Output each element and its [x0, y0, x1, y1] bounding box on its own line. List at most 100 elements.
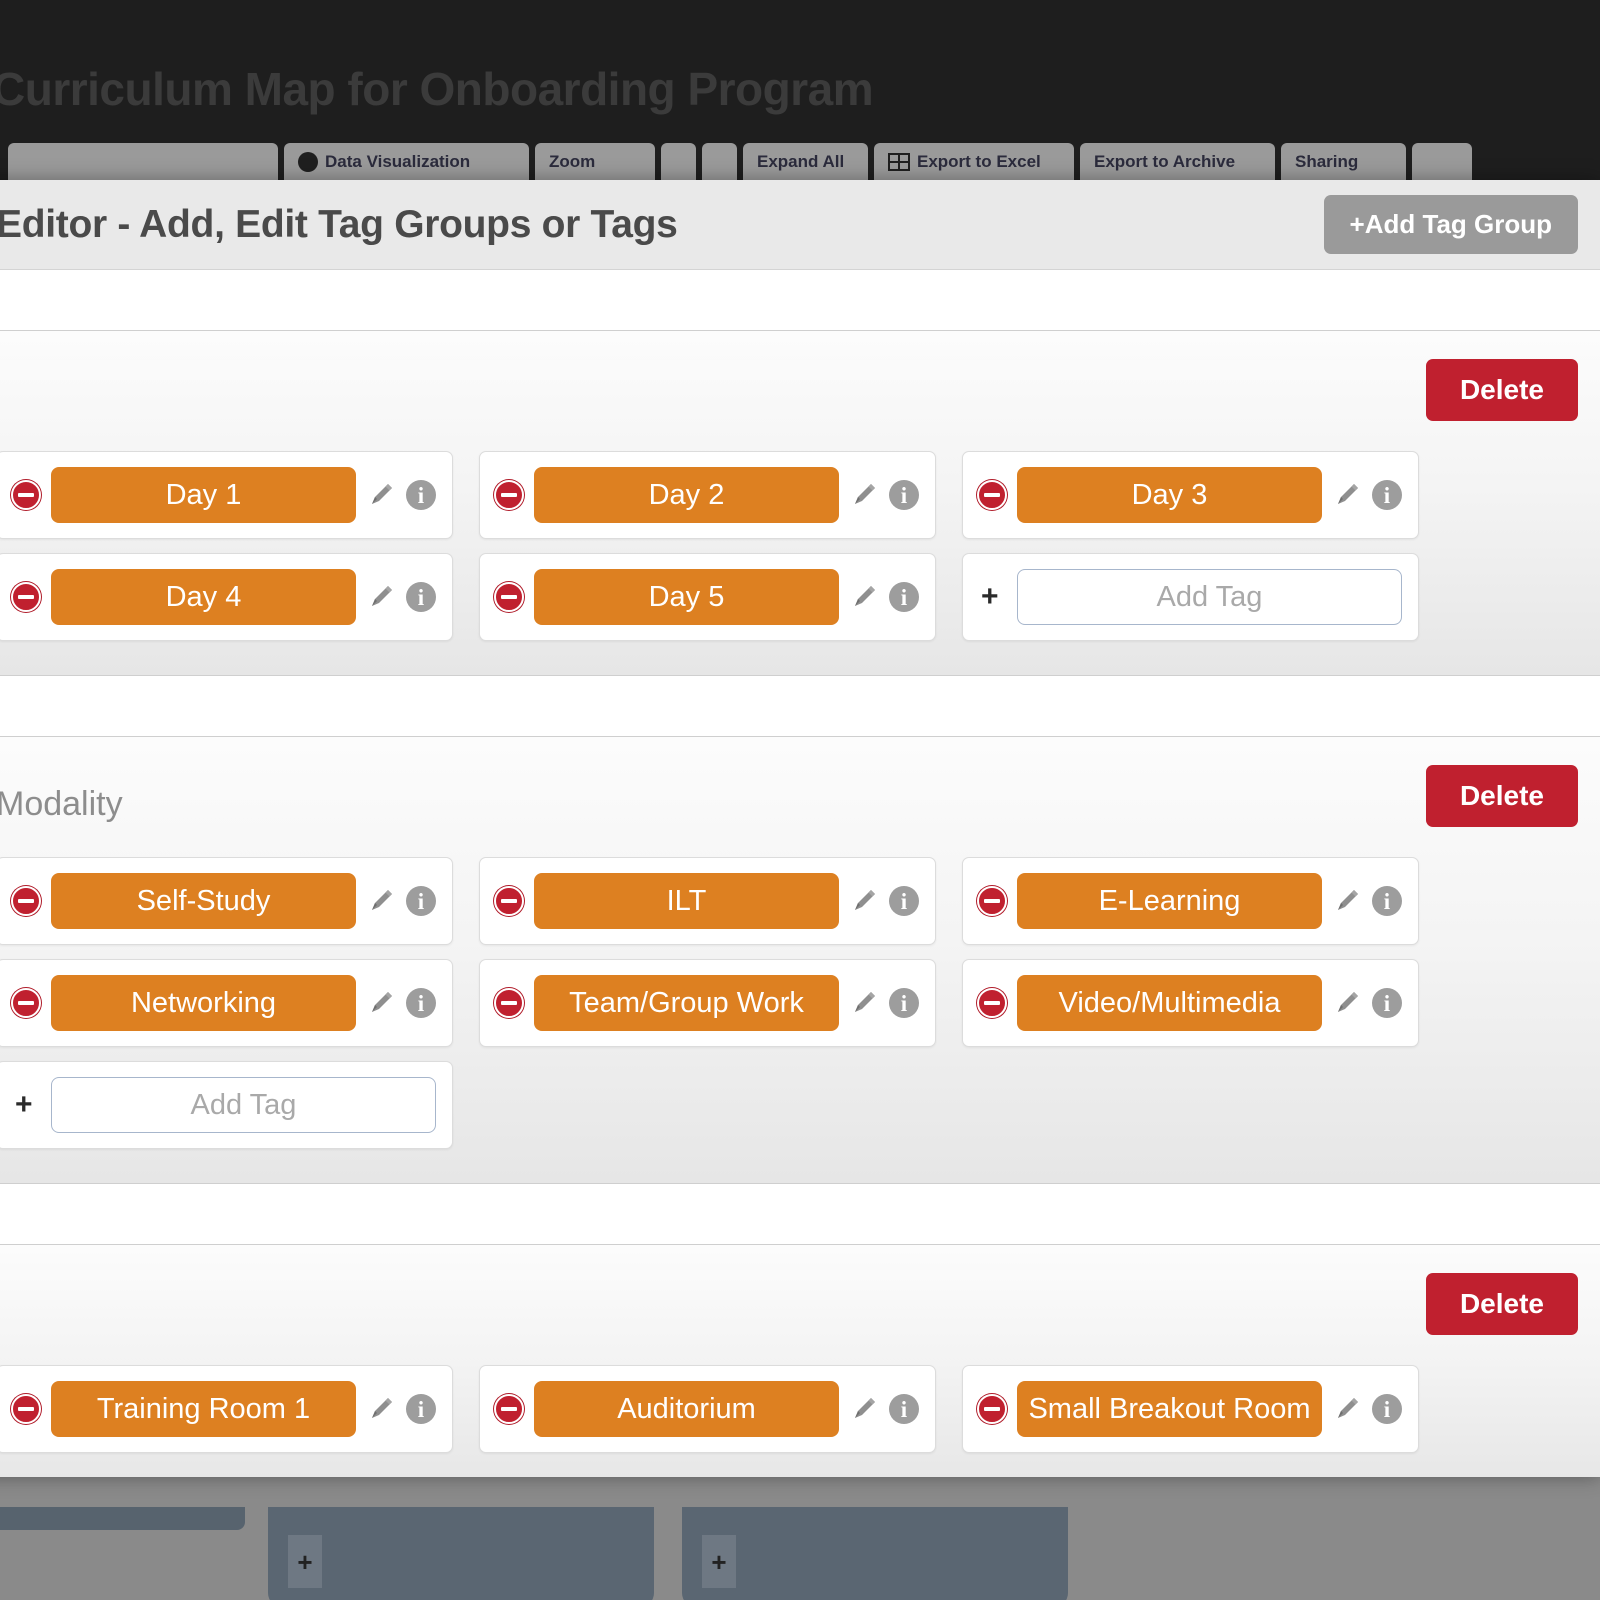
- tag-group-title: Modality: [0, 785, 123, 823]
- tag-pill[interactable]: Networking: [51, 975, 356, 1031]
- remove-tag-icon[interactable]: [977, 1394, 1007, 1424]
- tag-item: Day 5 i: [479, 553, 936, 641]
- edit-pencil-icon[interactable]: [1332, 1394, 1362, 1424]
- tag-item: Team/Group Work i: [479, 959, 936, 1047]
- background-card[interactable]: +: [268, 1507, 654, 1600]
- toolbar-button-expand-all[interactable]: Expand All: [743, 143, 868, 180]
- background-card[interactable]: +: [682, 1507, 1068, 1600]
- card-add-button[interactable]: +: [702, 1535, 736, 1588]
- info-icon[interactable]: i: [406, 582, 436, 612]
- remove-tag-icon[interactable]: [494, 886, 524, 916]
- edit-pencil-icon[interactable]: [1332, 480, 1362, 510]
- info-icon[interactable]: i: [889, 1394, 919, 1424]
- toolbar-button-label: Export to Archive: [1094, 151, 1236, 171]
- app-title: Curriculum Map for Onboarding Program: [0, 63, 874, 115]
- tag-group-list: Delete Day 1 i Day 2 i Day 3 i Day 4 i Day 5 i + Mod…: [0, 330, 1600, 1477]
- delete-tag-group-button[interactable]: Delete: [1425, 765, 1578, 827]
- info-icon[interactable]: i: [889, 582, 919, 612]
- add-tag-plus-icon[interactable]: +: [15, 1090, 51, 1120]
- tag-pill[interactable]: Day 3: [1017, 467, 1322, 523]
- remove-tag-icon[interactable]: [494, 1394, 524, 1424]
- tag-group-header: Delete: [0, 1263, 1578, 1359]
- delete-tag-group-button[interactable]: Delete: [1425, 359, 1578, 421]
- info-icon[interactable]: i: [1372, 480, 1402, 510]
- toolbar-button-unlabeled-4[interactable]: [702, 143, 737, 180]
- edit-pencil-icon[interactable]: [366, 988, 396, 1018]
- card-add-button[interactable]: +: [288, 1535, 322, 1588]
- info-icon[interactable]: i: [889, 988, 919, 1018]
- remove-tag-icon[interactable]: [977, 480, 1007, 510]
- tag-item: Day 1 i: [0, 451, 453, 539]
- edit-pencil-icon[interactable]: [366, 1394, 396, 1424]
- edit-pencil-icon[interactable]: [849, 1394, 879, 1424]
- info-icon[interactable]: i: [1372, 886, 1402, 916]
- tag-pill[interactable]: Day 5: [534, 569, 839, 625]
- tag-group-section: Delete Training Room 1 i Auditorium i Small B…: [0, 1244, 1600, 1477]
- section-gap: [0, 1184, 1600, 1244]
- info-icon[interactable]: i: [406, 886, 436, 916]
- tag-pill[interactable]: Team/Group Work: [534, 975, 839, 1031]
- tag-grid: Self-Study i ILT i E-Learning i Networking i Tea…: [0, 857, 1578, 1149]
- add-tag-item: +: [962, 553, 1419, 641]
- background-tab-strip[interactable]: [0, 1507, 245, 1530]
- toolbar-button-zoom[interactable]: Zoom: [535, 143, 655, 180]
- edit-pencil-icon[interactable]: [366, 480, 396, 510]
- edit-pencil-icon[interactable]: [1332, 988, 1362, 1018]
- edit-pencil-icon[interactable]: [366, 886, 396, 916]
- tag-pill[interactable]: Day 4: [51, 569, 356, 625]
- remove-tag-icon[interactable]: [11, 988, 41, 1018]
- tag-item: Self-Study i: [0, 857, 453, 945]
- edit-pencil-icon[interactable]: [366, 582, 396, 612]
- remove-tag-icon[interactable]: [494, 582, 524, 612]
- tag-pill[interactable]: Day 1: [51, 467, 356, 523]
- remove-tag-icon[interactable]: [11, 582, 41, 612]
- edit-pencil-icon[interactable]: [849, 886, 879, 916]
- remove-tag-icon[interactable]: [494, 480, 524, 510]
- add-tag-input[interactable]: [1017, 569, 1402, 625]
- tag-group-section: Delete Day 1 i Day 2 i Day 3 i Day 4 i Day 5 i +: [0, 330, 1600, 676]
- tag-pill[interactable]: Training Room 1: [51, 1381, 356, 1437]
- tag-pill[interactable]: Small Breakout Room: [1017, 1381, 1322, 1437]
- tag-pill[interactable]: Auditorium: [534, 1381, 839, 1437]
- toolbar-button-export-to-archive[interactable]: Export to Archive: [1080, 143, 1275, 180]
- toolbar-button-export-to-excel[interactable]: Export to Excel: [874, 143, 1074, 180]
- modal-header: Editor - Add, Edit Tag Groups or Tags +A…: [0, 180, 1600, 270]
- remove-tag-icon[interactable]: [977, 988, 1007, 1018]
- info-icon[interactable]: i: [889, 886, 919, 916]
- edit-pencil-icon[interactable]: [849, 988, 879, 1018]
- modal-title: Editor - Add, Edit Tag Groups or Tags: [0, 202, 678, 246]
- tag-editor-modal: Editor - Add, Edit Tag Groups or Tags +A…: [0, 180, 1600, 1477]
- tag-pill[interactable]: Video/Multimedia: [1017, 975, 1322, 1031]
- toolbar-button-label: Zoom: [549, 151, 596, 171]
- remove-tag-icon[interactable]: [11, 886, 41, 916]
- tag-item: E-Learning i: [962, 857, 1419, 945]
- remove-tag-icon[interactable]: [11, 480, 41, 510]
- toolbar-button-sharing[interactable]: Sharing: [1281, 143, 1406, 180]
- remove-tag-icon[interactable]: [11, 1394, 41, 1424]
- info-icon[interactable]: i: [1372, 1394, 1402, 1424]
- remove-tag-icon[interactable]: [494, 988, 524, 1018]
- tag-item: ILT i: [479, 857, 936, 945]
- delete-tag-group-button[interactable]: Delete: [1425, 1273, 1578, 1335]
- info-icon[interactable]: i: [406, 480, 436, 510]
- info-icon[interactable]: i: [1372, 988, 1402, 1018]
- tag-pill[interactable]: Self-Study: [51, 873, 356, 929]
- tag-group-header: Delete: [0, 349, 1578, 445]
- info-icon[interactable]: i: [406, 1394, 436, 1424]
- toolbar-button-data-visualization[interactable]: Data Visualization: [284, 143, 529, 180]
- remove-tag-icon[interactable]: [977, 886, 1007, 916]
- info-icon[interactable]: i: [889, 480, 919, 510]
- toolbar-button-unlabeled-9[interactable]: [1412, 143, 1472, 180]
- info-icon[interactable]: i: [406, 988, 436, 1018]
- toolbar-button-unlabeled-3[interactable]: [661, 143, 696, 180]
- add-tag-plus-icon[interactable]: +: [981, 582, 1017, 612]
- add-tag-group-button[interactable]: +Add Tag Group: [1323, 195, 1578, 254]
- tag-pill[interactable]: ILT: [534, 873, 839, 929]
- tag-pill[interactable]: E-Learning: [1017, 873, 1322, 929]
- tag-pill[interactable]: Day 2: [534, 467, 839, 523]
- toolbar-button-unlabeled-0[interactable]: [8, 143, 278, 180]
- add-tag-input[interactable]: [51, 1077, 436, 1133]
- edit-pencil-icon[interactable]: [849, 582, 879, 612]
- edit-pencil-icon[interactable]: [1332, 886, 1362, 916]
- edit-pencil-icon[interactable]: [849, 480, 879, 510]
